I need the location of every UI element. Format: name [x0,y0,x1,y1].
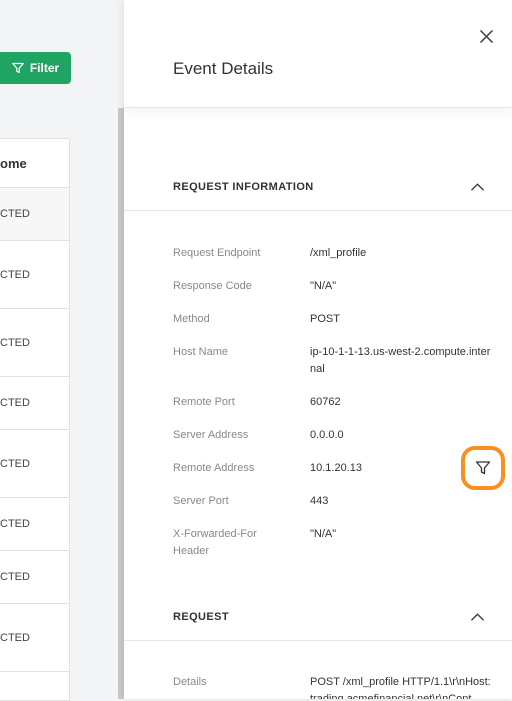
row-status: CTED [0,457,30,470]
field-value: POST [310,313,340,325]
filter-button[interactable]: Filter [0,52,71,84]
field-value: "N/A" [310,280,337,292]
field-value: ip-10-1-1-13.us-west-2.compute.internal [310,346,491,375]
field-label: Details [173,676,207,688]
events-table: ome CTED CTED CTED CTED CTED CTED CTED C… [0,138,70,701]
filter-icon [11,62,24,74]
field-value: "N/A" [310,528,337,540]
field-label: X-Forwarded-For Header [173,528,257,557]
drawer-title: Event Details [173,59,274,78]
table-row[interactable]: CTED [0,309,69,377]
request-information-header[interactable]: REQUEST INFORMATION [124,166,512,211]
row-status: CTED [0,571,30,583]
collapse-button[interactable] [469,610,485,624]
field-value: 0.0.0.0 [310,429,344,441]
table-row[interactable]: CTED [0,551,69,604]
field-label: Method [173,313,210,325]
field-value: 443 [310,495,329,507]
field-label: Remote Address [173,462,255,474]
field-label: Server Address [173,429,249,441]
field-label: Response Code [173,280,252,292]
table-row[interactable]: CTED [0,377,69,430]
event-details-drawer: Event Details REQUEST INFORMATION Reques… [124,0,512,699]
field-value: POST /xml_profile HTTP/1.1\r\nHost: trad… [310,676,491,699]
close-button[interactable] [476,26,496,46]
request-header[interactable]: REQUEST [124,596,512,641]
field-label: Request Endpoint [173,247,261,259]
table-row[interactable]: CTED [0,188,69,241]
row-status: CTED [0,208,30,220]
field-value: /xml_profile [310,247,367,259]
table-header: ome [0,139,69,188]
field-label: Server Port [173,495,229,507]
close-icon [479,29,493,43]
table-row[interactable]: CTED [0,604,69,672]
row-status: CTED [0,268,30,281]
table-header-label: ome [0,155,27,171]
field-value: 60762 [310,396,341,408]
drawer-header: Event Details [124,0,512,108]
section-title: REQUEST [173,611,229,623]
row-status: CTED [0,518,30,530]
filter-by-value-button[interactable] [461,446,505,490]
row-status: CTED [0,336,30,349]
table-row[interactable]: CTED [0,498,69,551]
row-status: CTED [0,397,30,409]
collapse-button[interactable] [469,180,485,194]
filter-button-label: Filter [29,61,60,75]
section-title: REQUEST INFORMATION [173,181,314,193]
row-status: CTED [0,631,30,644]
field-label: Host Name [173,346,229,358]
field-label: Remote Port [173,396,235,408]
table-row[interactable]: CTED [0,241,69,309]
chevron-up-icon [470,183,484,191]
table-row[interactable]: CTED [0,430,69,498]
background-page: Filter ome CTED CTED CTED CTED CTED CTED… [0,0,124,701]
chevron-up-icon [470,613,484,621]
filter-icon [475,461,491,475]
